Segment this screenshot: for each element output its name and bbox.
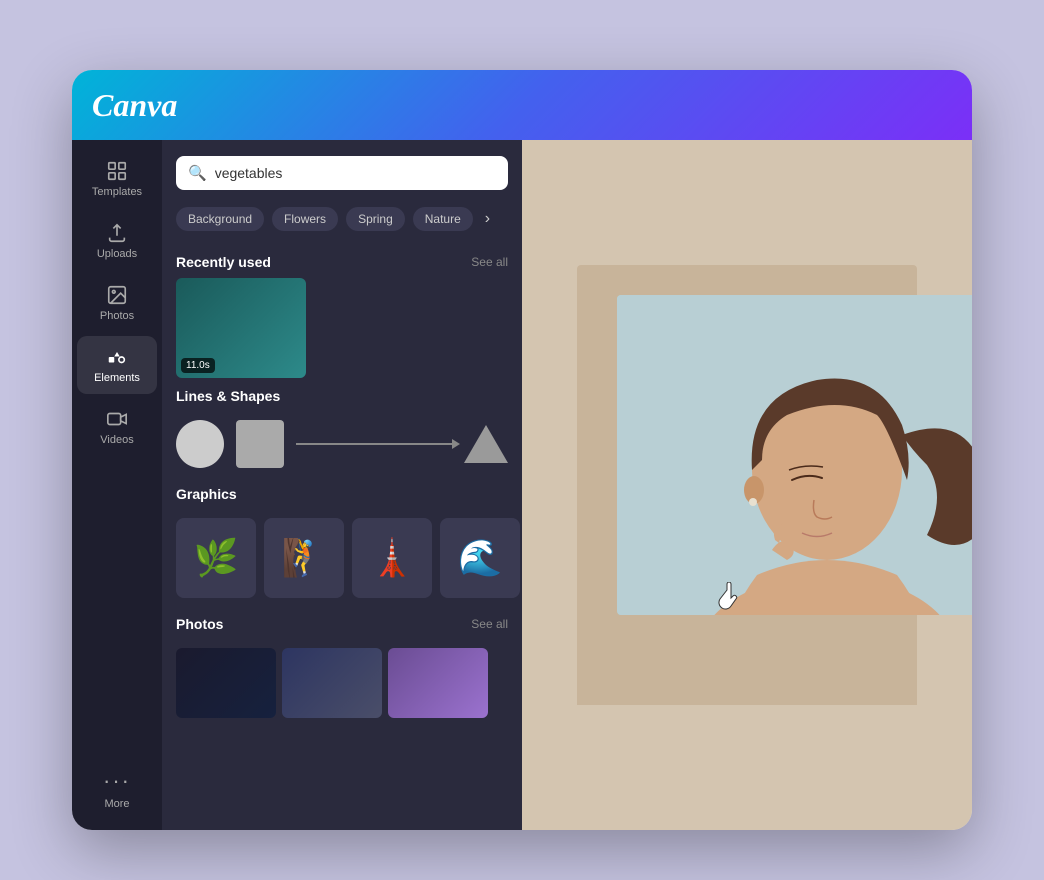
sidebar-item-label: Elements (94, 372, 140, 384)
graphic-item-3[interactable]: 🌊 (440, 518, 520, 598)
shapes-more (296, 425, 508, 463)
portrait-svg (617, 295, 972, 615)
sidebar-item-templates[interactable]: Templates (77, 150, 157, 208)
portrait-overlay (617, 295, 972, 615)
graphic-item-2[interactable]: 🗼 (352, 518, 432, 598)
sidebar-item-label: Templates (92, 186, 142, 198)
photos-section-header: Photos See all (162, 606, 522, 640)
chip-flowers[interactable]: Flowers (272, 207, 338, 231)
chip-spring[interactable]: Spring (346, 207, 405, 231)
recently-used-see-all[interactable]: See all (471, 255, 508, 269)
app-header: Canva (72, 70, 972, 140)
graphics-title: Graphics (176, 486, 237, 502)
image-icon (106, 284, 128, 306)
arrow-head (452, 439, 460, 449)
canvas-area[interactable]: LO VE (522, 140, 972, 830)
search-icon: 🔍 (188, 164, 207, 182)
recently-used-header: Recently used See all (162, 244, 522, 278)
search-input[interactable] (215, 165, 496, 181)
dots-icon: ··· (103, 768, 131, 794)
sidebar-item-more[interactable]: ··· More (77, 758, 157, 820)
recently-used-item[interactable]: 11.0s (176, 278, 306, 378)
sidebar-item-uploads[interactable]: Uploads (77, 212, 157, 270)
photo-thumb-0[interactable] (176, 648, 276, 718)
photo-thumb-1[interactable] (282, 648, 382, 718)
grid-icon (106, 160, 128, 182)
canva-logo: Canva (92, 87, 177, 124)
elements-panel: 🔍 Background Flowers Spring Nature › Rec… (162, 140, 522, 830)
search-container: 🔍 (162, 140, 522, 200)
chip-nature[interactable]: Nature (413, 207, 473, 231)
recently-used-grid: 11.0s (162, 278, 522, 378)
photos-see-all[interactable]: See all (471, 617, 508, 631)
shape-square[interactable] (236, 420, 284, 468)
app-body: Templates Uploads (72, 140, 972, 830)
sidebar-item-label: Photos (100, 310, 134, 322)
filter-chips: Background Flowers Spring Nature › (162, 200, 522, 244)
video-duration: 11.0s (181, 358, 215, 373)
chip-background[interactable]: Background (176, 207, 264, 231)
sidebar-item-label: Videos (100, 434, 133, 446)
sidebar-item-photos[interactable]: Photos (77, 274, 157, 332)
video-icon (106, 408, 128, 430)
upload-icon (106, 222, 128, 244)
sidebar: Templates Uploads (72, 140, 162, 830)
photos-grid (162, 640, 522, 726)
graphic-item-1[interactable]: 🧗 (264, 518, 344, 598)
shape-circle[interactable] (176, 420, 224, 468)
chips-more-icon[interactable]: › (481, 206, 494, 232)
graphic-item-0[interactable]: 🌿 (176, 518, 256, 598)
photos-title: Photos (176, 616, 223, 632)
graphics-grid: 🌿 🧗 🗼 🌊 › (162, 510, 522, 606)
shape-triangle[interactable] (464, 425, 508, 463)
device-wrapper: Canva Templates (72, 70, 972, 830)
shape-line[interactable] (296, 443, 456, 445)
sidebar-item-label: Uploads (97, 248, 137, 260)
recently-used-title: Recently used (176, 254, 271, 270)
sidebar-item-videos[interactable]: Videos (77, 398, 157, 456)
graphics-header: Graphics (162, 476, 522, 510)
elements-icon (106, 346, 128, 368)
sidebar-item-label: More (104, 798, 129, 810)
search-box[interactable]: 🔍 (176, 156, 508, 190)
lines-shapes-header: Lines & Shapes (162, 378, 522, 412)
lines-shapes-title: Lines & Shapes (176, 388, 280, 404)
photo-thumb-2[interactable] (388, 648, 488, 718)
sidebar-item-elements[interactable]: Elements (77, 336, 157, 394)
device-frame: Canva Templates (72, 70, 972, 830)
design-card: LO VE (577, 265, 917, 705)
shapes-row (162, 412, 522, 476)
